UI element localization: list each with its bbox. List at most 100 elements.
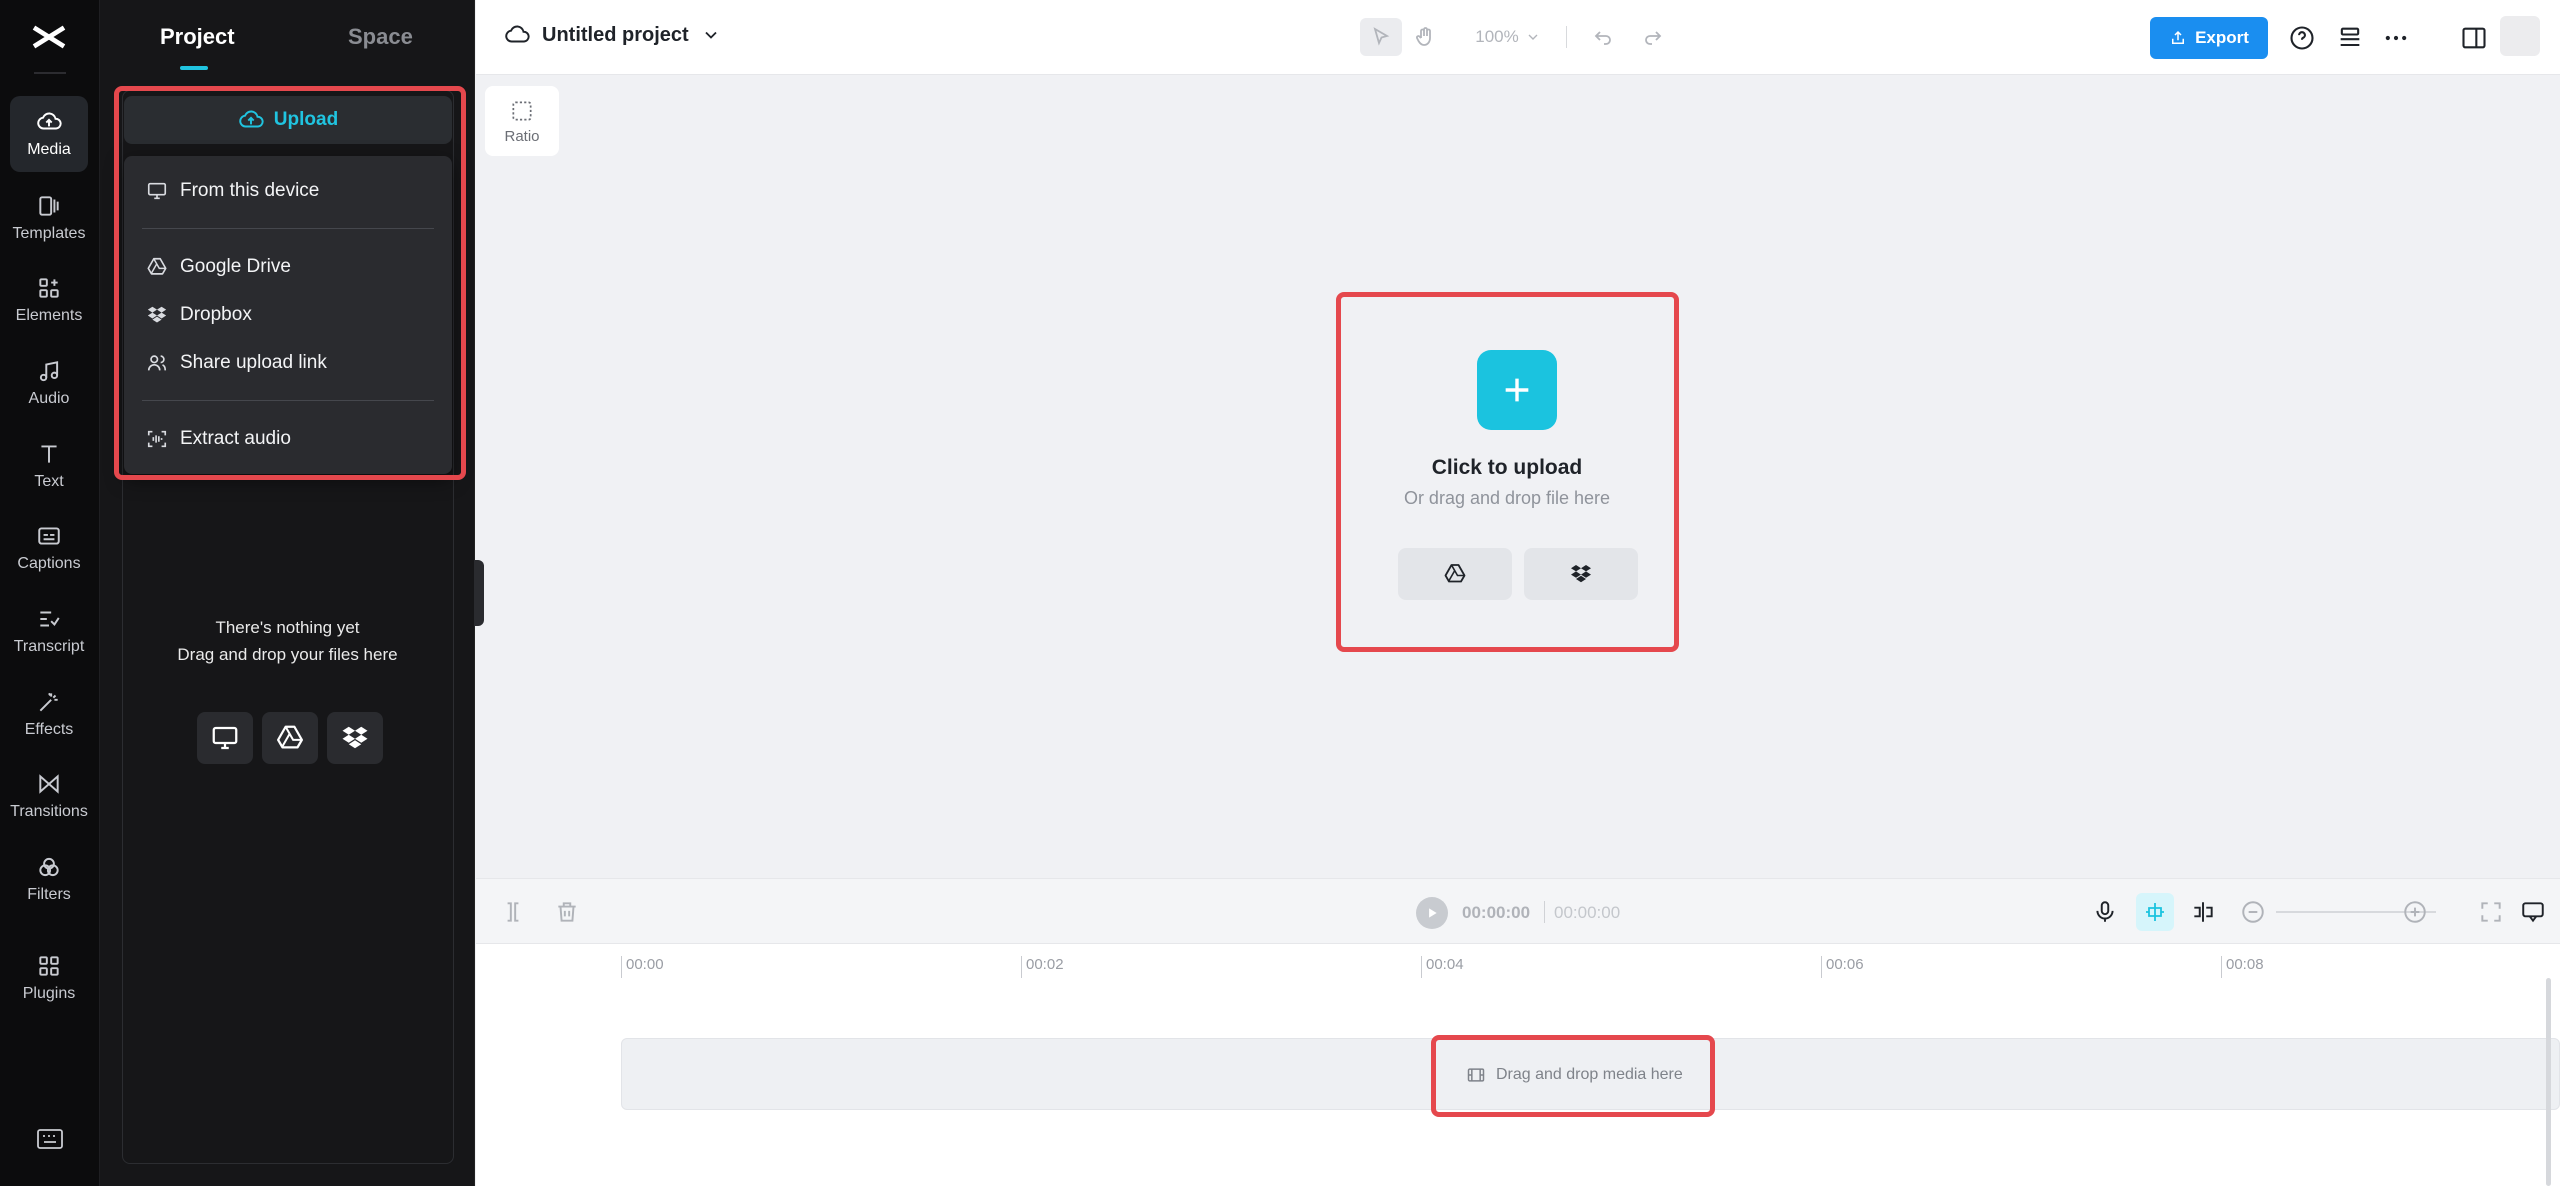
filters-icon [39,857,59,877]
google-drive-icon [147,257,167,275]
delete-icon[interactable] [554,899,580,925]
magnet-icon [2146,903,2164,921]
menu-item-label: Dropbox [180,304,252,325]
text-icon [41,445,57,463]
layers-icon[interactable] [2336,24,2364,52]
rail-item-transitions[interactable]: Transitions [10,758,88,834]
captions-icon [38,527,60,545]
panel-layout-icon[interactable] [2460,24,2488,52]
upload-button-label: Upload [273,109,339,130]
plus-icon [1505,378,1529,402]
more-icon[interactable] [2382,24,2410,52]
rail-item-transcript[interactable]: Transcript [10,593,88,669]
google-drive-button[interactable] [1398,548,1512,600]
zoom-out-icon[interactable] [2240,899,2266,925]
project-title-menu[interactable]: Untitled project [504,22,721,48]
timeline-scrollbar[interactable] [2546,978,2551,1186]
timeline-tick: 00:06 [1821,956,1864,978]
dropbox-button[interactable] [1524,548,1638,600]
google-drive-button[interactable] [262,712,318,764]
chevron-down-icon [1528,34,1538,40]
menu-item-label: Extract audio [180,428,291,449]
rail-item-captions[interactable]: Captions [10,510,88,586]
auto-snap-toggle[interactable] [2136,893,2174,931]
empty-state-title: There's nothing yet [215,618,360,637]
rail-item-label: Captions [17,555,81,572]
capcut-logo-icon[interactable] [30,22,68,52]
cloud-upload-icon [239,110,264,128]
rail-item-elements[interactable]: Elements [10,262,88,338]
users-icon [147,355,167,371]
rail-item-plugins[interactable]: Plugins [10,940,88,1016]
menu-divider [142,400,434,401]
templates-icon [39,196,59,216]
microphone-icon[interactable] [2092,899,2118,925]
rail-item-templates[interactable]: Templates [10,180,88,256]
export-icon [2172,30,2185,44]
total-time: 00:00:00 [1554,903,1621,922]
plugins-icon [39,956,59,976]
zoom-in-icon[interactable] [2402,899,2428,925]
rail-item-media[interactable]: Media [10,96,88,172]
upload-button[interactable]: Upload [124,96,452,144]
redo-icon [1645,31,1662,45]
add-media-button[interactable] [1477,350,1557,430]
export-label: Export [2195,28,2249,47]
menu-item-share-upload-link[interactable]: Share upload link [146,344,327,382]
cloud-upload-icon [37,112,62,130]
empty-state-sources [197,712,383,764]
menu-item-extract-audio[interactable]: Extract audio [146,420,291,458]
active-tab-indicator [180,66,208,70]
menu-item-from-device[interactable]: From this device [146,172,319,210]
canvas-upload-card[interactable]: Click to upload Or drag and drop file he… [1342,298,1672,646]
transitions-icon [39,774,59,794]
link-icon[interactable] [2190,899,2216,925]
play-button[interactable] [1416,897,1448,929]
tab-space[interactable]: Space [348,24,413,50]
aspect-ratio-icon [512,100,532,121]
left-rail: Media Templates Elements Audio Text Capt… [0,0,100,1186]
google-drive-icon [277,725,303,749]
toolbar-divider [1566,26,1567,48]
comment-icon[interactable] [2520,899,2546,925]
current-time: 00:00:00 [1462,903,1531,922]
zoom-level: 100% [1475,27,1519,46]
avatar[interactable] [2500,16,2540,56]
empty-state-subtitle: Drag and drop your files here [177,645,398,664]
zoom-dropdown[interactable]: 100% [1470,18,1546,56]
fullscreen-icon[interactable] [2478,899,2504,925]
dropbox-button[interactable] [327,712,383,764]
click-to-upload-title: Click to upload [1431,456,1583,479]
help-icon[interactable] [2288,24,2316,52]
rail-item-audio[interactable]: Audio [10,345,88,421]
ratio-button[interactable]: Ratio [485,86,559,156]
dropbox-icon [1571,565,1591,583]
rail-item-filters[interactable]: Filters [10,841,88,917]
panel-tabs: Project Space [100,0,475,75]
tab-project[interactable]: Project [160,24,235,50]
menu-divider [142,228,434,229]
rail-item-label: Plugins [22,985,76,1002]
menu-item-google-drive[interactable]: Google Drive [146,248,291,286]
click-to-upload-subtitle: Or drag and drop file here [1403,488,1611,508]
chevron-down-icon [705,31,717,39]
timeline-tick: 00:02 [1021,956,1064,978]
extract-audio-icon [147,430,167,448]
split-icon[interactable] [500,899,526,925]
hand-tool-button[interactable] [1406,18,1444,56]
rail-item-text[interactable]: Text [10,428,88,504]
timeline-tick: 00:08 [2221,956,2264,978]
menu-item-label: Google Drive [180,256,291,277]
dropbox-icon [147,306,167,323]
undo-button[interactable] [1586,18,1620,56]
rail-item-effects[interactable]: Effects [10,676,88,752]
keyboard-icon[interactable] [36,1128,64,1150]
menu-item-dropbox[interactable]: Dropbox [146,296,252,334]
export-button[interactable]: Export [2150,17,2268,59]
select-tool-button[interactable] [1360,18,1402,56]
menu-item-label: From this device [180,180,320,201]
panel-collapse-handle[interactable] [474,560,484,626]
device-upload-button[interactable] [197,712,253,764]
rail-item-label: Effects [24,721,74,738]
redo-button[interactable] [1636,18,1670,56]
